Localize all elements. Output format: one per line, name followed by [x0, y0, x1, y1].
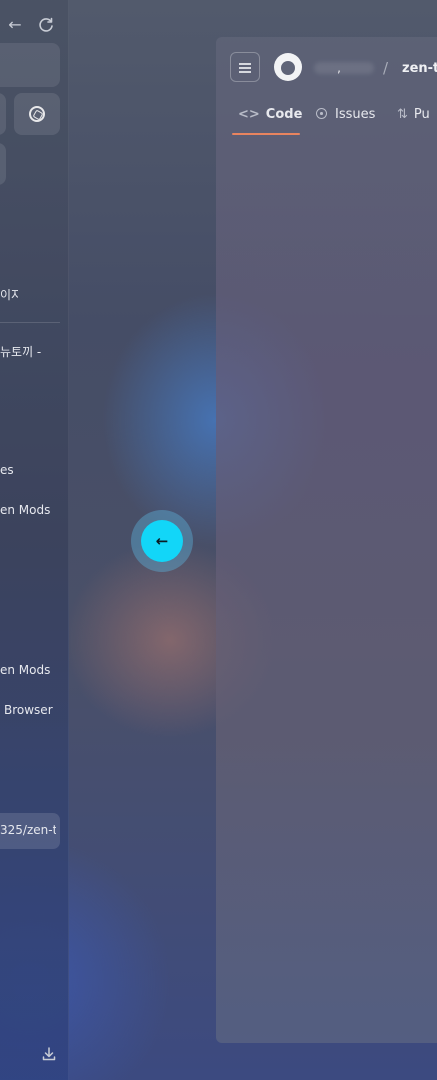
tab-item-label[interactable]: Browser — [4, 703, 60, 717]
openai-icon — [29, 106, 45, 122]
pull-request-icon: ⇅ — [397, 107, 408, 122]
tab-item-label[interactable]: 뉴토끼 - — [0, 343, 56, 360]
tab-item-label[interactable]: en Mods — [0, 503, 58, 517]
repo-name[interactable]: zen-tr — [402, 61, 437, 76]
tab-issues[interactable]: Issues — [316, 105, 375, 135]
tab-item-label[interactable]: es — [0, 463, 30, 477]
issues-icon — [316, 108, 327, 119]
back-arrow-icon: ← — [155, 532, 169, 550]
code-icon: <> — [238, 107, 260, 122]
tab-pull-requests[interactable]: ⇅ Pu — [397, 105, 430, 135]
active-tab-label[interactable]: 325/zen-tr — [0, 823, 56, 837]
back-arrow-icon[interactable]: ← — [5, 14, 25, 36]
repo-owner[interactable] — [314, 62, 374, 74]
url-bar[interactable] — [0, 43, 60, 87]
floating-back-button[interactable]: ← — [141, 520, 183, 562]
pinned-tile[interactable] — [0, 143, 6, 185]
tab-label: Pu — [413, 107, 430, 122]
selected-tab-indicator — [232, 133, 300, 135]
reload-icon[interactable] — [36, 14, 56, 36]
sidebar: ← 이지 뉴토끼 - es en Mods en Mods Browser 32… — [0, 0, 69, 1080]
tab-code[interactable]: <> Code — [238, 105, 302, 135]
download-icon[interactable] — [41, 1046, 57, 1062]
tab-label: Code — [265, 107, 303, 122]
pinned-tile[interactable] — [0, 93, 6, 135]
tab-label: Issues — [335, 107, 376, 122]
github-icon[interactable] — [274, 53, 302, 81]
web-content: ‚ / zen-tr <> Code Issues ⇅ Pu — [216, 37, 437, 1043]
tab-divider — [0, 322, 60, 323]
tab-item-label[interactable]: 이지 — [0, 286, 18, 303]
repo-owner-mark: ‚ — [337, 61, 341, 75]
menu-button[interactable] — [230, 52, 260, 82]
tab-item-label[interactable]: en Mods — [0, 663, 58, 677]
path-separator: / — [383, 59, 389, 77]
